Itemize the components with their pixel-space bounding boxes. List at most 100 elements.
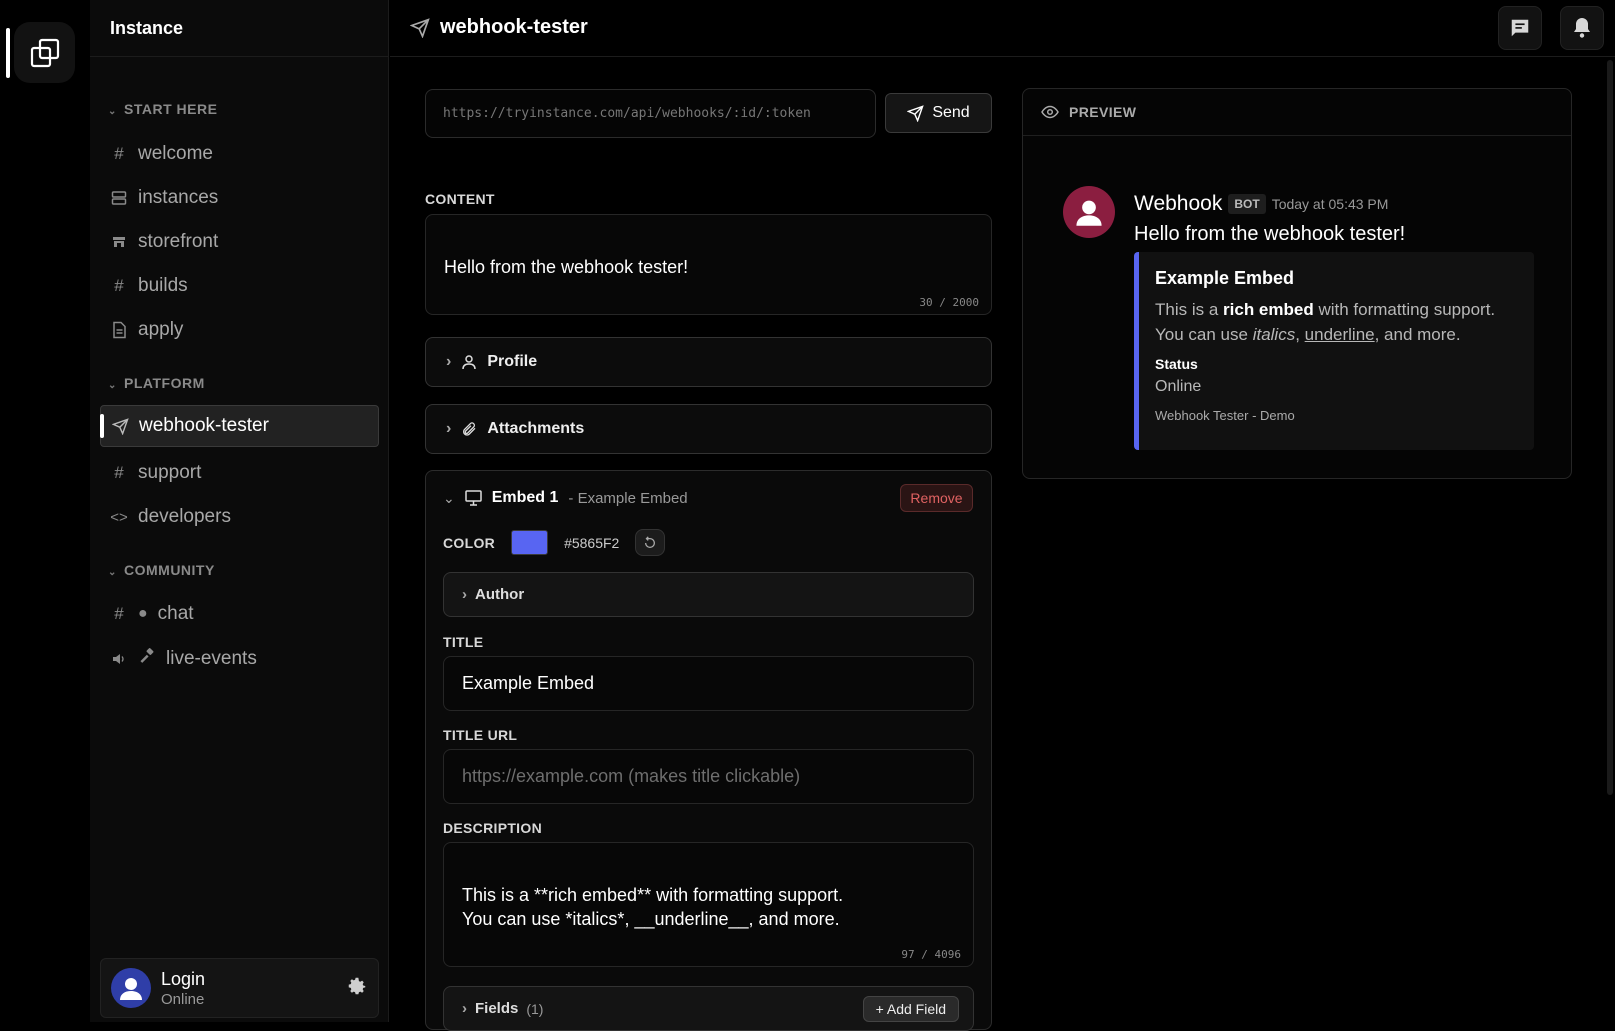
preview-header: PREVIEW [1023,89,1571,136]
avatar[interactable] [111,968,151,1008]
chevron-right-icon: › [462,1000,467,1017]
message-content: Hello from the webhook tester! [1134,223,1406,245]
hash-icon: # [114,276,124,295]
embed-header[interactable]: ⌄ Embed 1 - Example Embed [443,489,688,507]
sidebar-item-webhook-tester[interactable]: webhook-tester [100,405,379,447]
chevron-down-icon: ⌄ [443,489,455,506]
sidebar-title: Instance [90,0,388,57]
messages-button[interactable] [1498,6,1542,50]
active-indicator [6,28,10,78]
sidebar-item-chat[interactable]: # ● chat [100,593,379,635]
title-url-input-wrapper [443,749,974,804]
hammer-icon [138,647,156,671]
chevron-right-icon: › [462,586,467,603]
chevron-right-icon: › [446,420,452,437]
author-section-toggle[interactable]: › Author [443,572,974,617]
instance-app-button[interactable] [14,22,75,83]
embed-preview-footer: Webhook Tester - Demo [1155,408,1295,424]
user-name[interactable]: Login [161,969,336,990]
send-icon [111,417,129,435]
color-row: COLOR #5865F2 [443,529,666,556]
section-platform[interactable]: ⌄ PLATFORM [108,374,205,392]
chevron-down-icon: ⌄ [108,106,117,117]
code-icon: <> [110,508,128,526]
content-text: Hello from the webhook tester! [444,257,689,278]
send-icon [907,104,925,122]
title-url-input[interactable] [462,766,955,787]
hash-icon: # [114,463,124,482]
content-textarea[interactable]: Hello from the webhook tester! 30 / 2000 [425,214,992,315]
color-hex: #5865F2 [564,534,620,551]
chat-bubble-icon: ● [138,605,148,622]
chevron-down-icon: ⌄ [108,567,117,578]
embed-preview: Example Embed This is a rich embed with … [1134,252,1534,450]
server-icon [110,190,128,206]
user-icon [1076,200,1102,226]
eye-icon [1041,105,1059,119]
webhook-avatar [1063,186,1115,238]
fields-section-toggle[interactable]: › Fields (1) + Add Field [443,986,974,1031]
reset-icon [645,535,656,548]
sidebar-item-storefront[interactable]: storefront [100,221,379,263]
preview-panel: PREVIEW Webhook BOT Today at 05:43 PM He… [1022,88,1572,479]
document-icon [110,321,128,339]
send-button[interactable]: Send [885,93,992,133]
user-outline-icon [462,355,477,370]
description-text: This is a **rich embed** with formatting… [462,885,844,929]
description-label: DESCRIPTION [443,820,542,836]
user-status: Online [161,990,205,1008]
embed-preview-description: This is a rich embed with formatting sup… [1155,300,1496,344]
user-icon [120,978,142,1000]
user-info: Login Online [161,969,336,1008]
content-counter: 30 / 2000 [919,295,979,309]
page-title: webhook-tester [410,16,588,39]
title-input[interactable] [462,673,955,694]
embed-preview-field-name: Status [1155,356,1198,373]
profile-section-toggle[interactable]: › Profile [425,337,992,387]
webhook-url-input-wrapper [425,89,876,138]
sidebar-item-apply[interactable]: apply [100,309,379,351]
app-rail [0,0,90,1022]
paperclip-icon [463,422,476,436]
chevron-right-icon: › [446,353,452,370]
hash-icon: # [114,144,124,163]
send-icon [410,17,430,38]
section-start-here[interactable]: ⌄ START HERE [108,100,217,118]
speaker-icon [110,651,128,667]
embed-preview-field-value: Online [1155,378,1202,396]
chevron-down-icon: ⌄ [108,380,117,391]
embed-preview-title: Example Embed [1155,268,1295,288]
sidebar-item-welcome[interactable]: # welcome [100,133,379,175]
message-author: Webhook [1134,192,1223,215]
reset-color-button[interactable] [635,529,666,556]
sidebar-item-support[interactable]: # support [100,452,379,494]
top-bar: webhook-tester [390,0,1615,57]
message-square-icon [1511,19,1529,37]
gear-icon[interactable] [346,975,368,1002]
sidebar-item-live-events[interactable]: live-events [100,638,379,680]
sidebar-item-instances[interactable]: instances [100,177,379,219]
sidebar-item-developers[interactable]: <> developers [100,496,379,538]
bell-icon [1574,18,1590,38]
fields-count: (1) [526,1000,544,1017]
notifications-button[interactable] [1560,6,1604,50]
remove-embed-button[interactable]: Remove [900,484,973,512]
page-scrollbar[interactable] [1607,60,1613,795]
message-header: Webhook BOT Today at 05:43 PM [1134,192,1388,216]
color-swatch[interactable] [511,530,549,555]
store-icon [110,234,128,250]
description-textarea[interactable]: This is a **rich embed** with formatting… [443,842,974,967]
title-label: TITLE [443,634,484,650]
user-panel[interactable]: Login Online [100,958,379,1018]
message-timestamp: Today at 05:43 PM [1271,196,1389,212]
webhook-url-input[interactable] [443,106,858,121]
sidebar-item-builds[interactable]: # builds [100,265,379,307]
add-field-button[interactable]: + Add Field [862,996,959,1022]
hash-icon: # [114,604,124,623]
description-counter: 97 / 4096 [901,947,961,961]
section-community[interactable]: ⌄ COMMUNITY [108,561,215,579]
copy-windows-icon [30,38,59,67]
channel-sidebar: Instance ⌄ START HERE # welcome instance… [90,0,389,1022]
attachments-section-toggle[interactable]: › Attachments [425,404,992,454]
content-label: CONTENT [425,191,495,207]
